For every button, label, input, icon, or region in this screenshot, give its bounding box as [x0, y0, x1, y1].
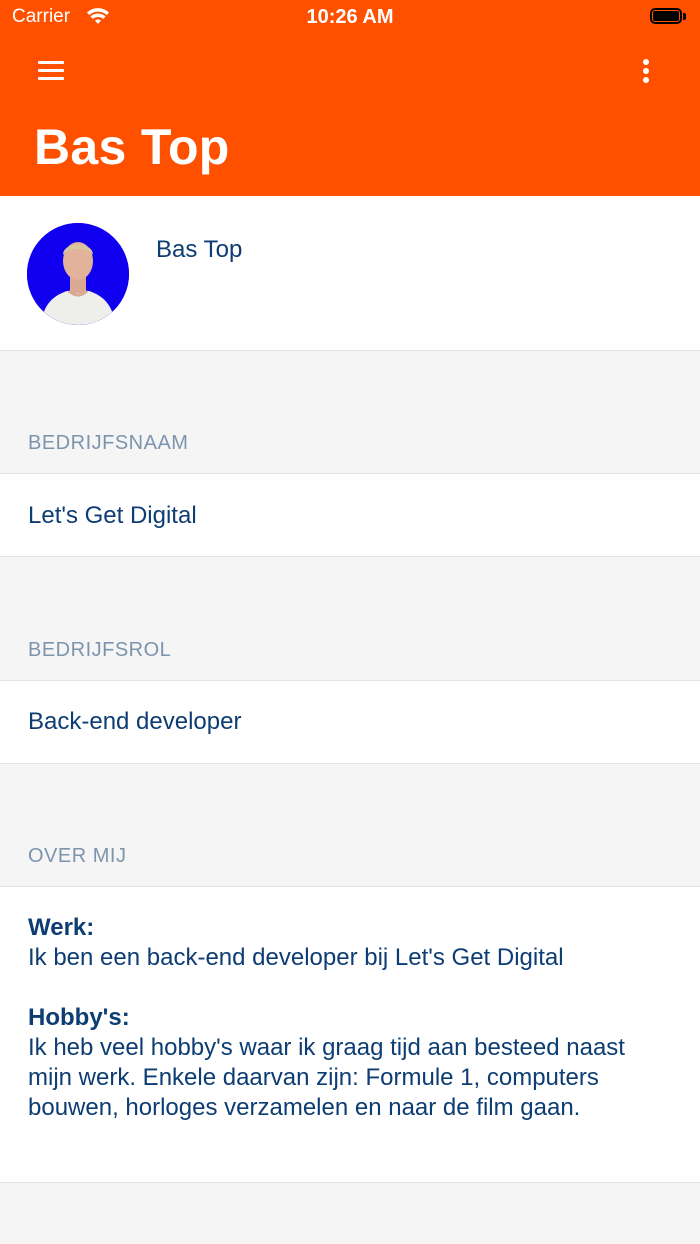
app-header: Carrier 10:26 AM Bas Top	[0, 0, 700, 196]
hamburger-menu-icon[interactable]	[38, 61, 64, 81]
work-text: Ik ben een back-end developer bij Let's …	[28, 944, 564, 971]
avatar	[27, 223, 129, 325]
section-label-company: BEDRIJFSNAAM	[28, 432, 189, 454]
person-photo-icon	[27, 223, 129, 325]
section-label-role: BEDRIJFSROL	[28, 639, 172, 661]
profile-card: Bas Top	[0, 196, 700, 351]
company-cell: Let's Get Digital	[0, 473, 700, 557]
role-value: Back-end developer	[28, 708, 242, 735]
profile-name: Bas Top	[156, 236, 243, 263]
role-cell: Back-end developer	[0, 680, 700, 764]
section-label-about: OVER MIJ	[28, 845, 127, 867]
status-time: 10:26 AM	[306, 6, 394, 28]
page-title: Bas Top	[34, 119, 230, 175]
work-heading: Werk:	[28, 914, 95, 941]
about-text: Werk: Ik ben een back-end developer bij …	[28, 913, 668, 1123]
battery-icon	[650, 8, 688, 26]
status-bar: Carrier 10:26 AM	[0, 0, 700, 36]
company-value: Let's Get Digital	[28, 502, 197, 529]
more-vertical-icon[interactable]	[634, 56, 658, 86]
hobby-heading: Hobby's:	[28, 1004, 130, 1031]
about-cell: Werk: Ik ben een back-end developer bij …	[0, 886, 700, 1183]
hobby-text: Ik heb veel hobby's waar ik graag tijd a…	[28, 1034, 625, 1121]
